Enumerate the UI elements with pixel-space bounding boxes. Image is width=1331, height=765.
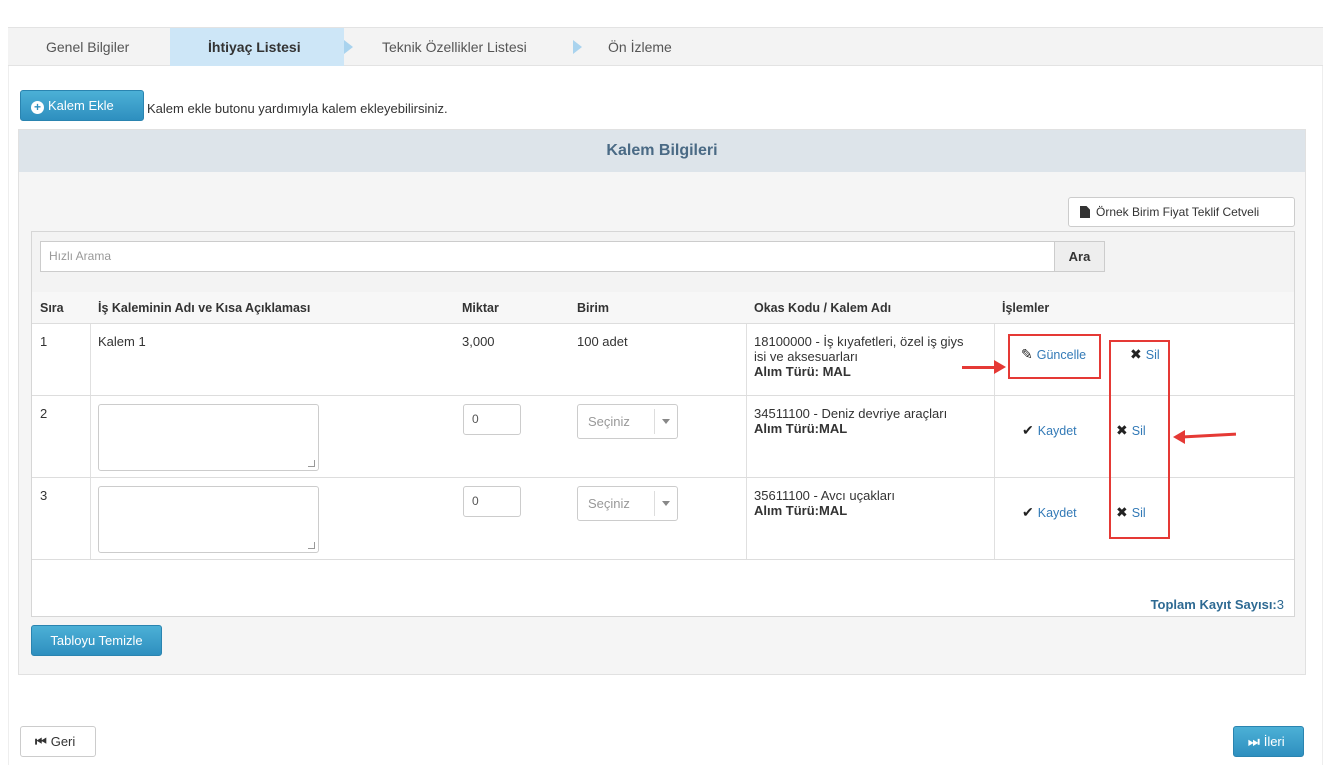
quick-search-input[interactable]: Hızlı Arama xyxy=(40,241,1055,272)
step-teknik-ozellikler[interactable]: Teknik Özellikler Listesi xyxy=(382,28,527,66)
row-okas: 18100000 - İş kıyafetleri, özel iş giys … xyxy=(754,334,964,379)
add-item-label: Kalem Ekle xyxy=(48,98,114,113)
table-row: 2 0 Seçiniz 34511100 - Deniz devriye ara… xyxy=(32,396,1294,478)
next-button[interactable]: ⏭ İleri xyxy=(1233,726,1304,757)
step-on-izleme[interactable]: Ön İzleme xyxy=(608,28,672,66)
annotation-box-update xyxy=(1008,334,1101,379)
okas-code-line: isi ve aksesuarları xyxy=(754,349,859,364)
header-quantity: Miktar xyxy=(462,301,499,315)
quantity-input[interactable]: 0 xyxy=(463,486,521,517)
header-actions: İşlemler xyxy=(1002,301,1050,315)
row-name: Kalem 1 xyxy=(98,334,146,349)
header-sira: Sıra xyxy=(40,301,64,315)
caret-down-icon xyxy=(662,501,670,506)
okas-code-line: 34511100 - Deniz devriye araçları xyxy=(754,406,948,421)
sample-price-sheet-label: Örnek Birim Fiyat Teklif Cetveli xyxy=(1096,205,1260,219)
okas-code-line: 18100000 - İş kıyafetleri, özel iş giys xyxy=(754,334,964,349)
next-label: İleri xyxy=(1263,734,1285,749)
top-bar xyxy=(8,0,1323,28)
back-label: Geri xyxy=(50,734,76,749)
step-backward-icon: ⏮ xyxy=(35,734,47,749)
search-row: Hızlı Arama Ara xyxy=(32,232,1294,292)
annotation-arrow-right xyxy=(962,366,996,369)
save-label: Kaydet xyxy=(1037,424,1077,438)
table-row: 1 Kalem 1 3,000 100 adet 18100000 - İş k… xyxy=(32,324,1294,396)
back-button[interactable]: ⏮ Geri xyxy=(20,726,96,757)
add-item-hint: Kalem ekle butonu yardımıyla kalem ekley… xyxy=(147,101,448,116)
plus-circle-icon: + xyxy=(31,101,44,114)
items-table: Hızlı Arama Ara Sıra İş Kaleminin Adı ve… xyxy=(31,231,1295,617)
arrow-left-icon xyxy=(1173,430,1185,444)
panel-title: Kalem Bilgileri xyxy=(19,130,1305,172)
annotation-box-delete xyxy=(1109,340,1170,539)
step-ihtiyac-listesi[interactable]: İhtiyaç Listesi xyxy=(170,28,344,66)
header-okas: Okas Kodu / Kalem Adı xyxy=(754,301,892,315)
table-row: 3 0 Seçiniz 35611100 - Avcı uçakları Alı… xyxy=(32,478,1294,560)
unit-select[interactable]: Seçiniz xyxy=(577,486,678,521)
total-value: 3 xyxy=(1276,597,1284,612)
sample-price-sheet-button[interactable]: Örnek Birim Fiyat Teklif Cetveli xyxy=(1068,197,1295,227)
okas-code-line: 35611100 - Avcı uçakları xyxy=(754,488,895,503)
step-genel-bilgiler[interactable]: Genel Bilgiler xyxy=(46,28,129,66)
purchase-type: Alım Türü: MAL xyxy=(754,364,851,379)
unit-select-value: Seçiniz xyxy=(588,496,630,511)
row-index: 2 xyxy=(40,406,48,421)
row-okas: 34511100 - Deniz devriye araçları Alım T… xyxy=(754,406,947,436)
table-header: Sıra İş Kaleminin Adı ve Kısa Açıklaması… xyxy=(32,292,1294,324)
purchase-type: Alım Türü:MAL xyxy=(754,503,848,518)
total-label: Toplam Kayıt Sayısı: xyxy=(1150,597,1277,612)
clear-table-button[interactable]: Tabloyu Temizle xyxy=(31,625,162,656)
page: Genel Bilgiler İhtiyaç Listesi Teknik Öz… xyxy=(0,0,1331,765)
document-icon xyxy=(1080,206,1090,218)
row-index: 1 xyxy=(40,334,48,349)
search-button[interactable]: Ara xyxy=(1054,241,1105,272)
header-name: İş Kaleminin Adı ve Kısa Açıklaması xyxy=(98,301,311,315)
item-name-textarea[interactable] xyxy=(98,404,319,471)
header-unit: Birim xyxy=(577,301,609,315)
add-item-button[interactable]: + Kalem Ekle xyxy=(20,90,144,121)
purchase-type: Alım Türü:MAL xyxy=(754,421,848,436)
check-icon: ✔ xyxy=(1022,422,1034,438)
caret-down-icon xyxy=(662,419,670,424)
select-divider xyxy=(654,409,655,434)
step-arrow-icon xyxy=(344,40,353,54)
unit-select[interactable]: Seçiniz xyxy=(577,404,678,439)
step-forward-icon: ⏭ xyxy=(1248,734,1260,749)
resize-grip-icon xyxy=(308,460,315,467)
save-label: Kaydet xyxy=(1037,506,1077,520)
item-name-textarea[interactable] xyxy=(98,486,319,553)
save-button[interactable]: ✔ Kaydet xyxy=(1022,422,1077,439)
row-unit: 100 adet xyxy=(577,334,628,349)
arrow-right-icon xyxy=(994,360,1006,374)
total-record-count: Toplam Kayıt Sayısı:3 xyxy=(1151,597,1284,612)
row-index: 3 xyxy=(40,488,48,503)
check-icon: ✔ xyxy=(1022,504,1034,520)
select-divider xyxy=(654,491,655,516)
resize-grip-icon xyxy=(308,542,315,549)
row-quantity: 3,000 xyxy=(462,334,495,349)
save-button[interactable]: ✔ Kaydet xyxy=(1022,504,1077,521)
step-arrow-icon xyxy=(573,40,582,54)
row-okas: 35611100 - Avcı uçakları Alım Türü:MAL xyxy=(754,488,895,518)
unit-select-value: Seçiniz xyxy=(588,414,630,429)
quantity-input[interactable]: 0 xyxy=(463,404,521,435)
wizard-steps: Genel Bilgiler İhtiyaç Listesi Teknik Öz… xyxy=(8,28,1323,66)
